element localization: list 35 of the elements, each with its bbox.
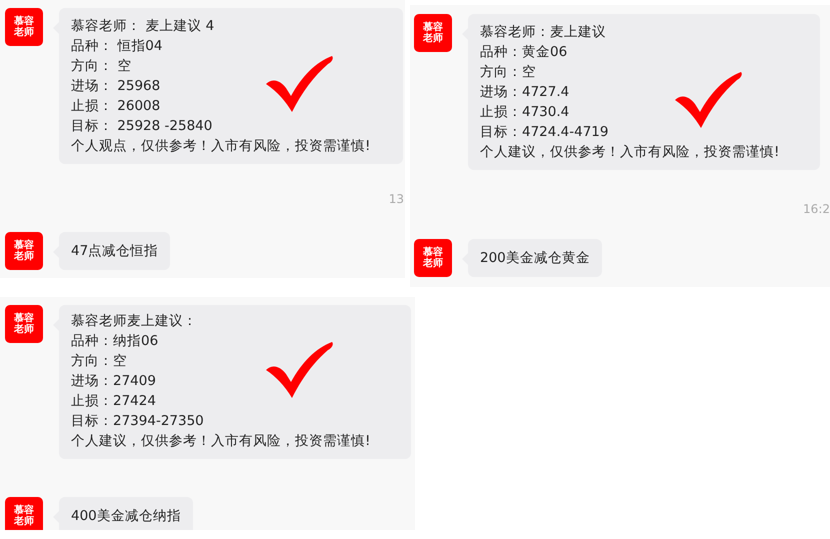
message-text: 方向： 空 xyxy=(71,57,132,76)
message-text: 慕容老师：麦上建议 xyxy=(480,23,607,42)
message-text: 进场：4727.4 xyxy=(480,83,570,102)
avatar-icon[interactable]: 慕容老师 xyxy=(5,497,43,530)
message-text: 品种：纳指06 xyxy=(71,332,160,351)
message-text: 200美金减仓黄金 xyxy=(480,249,590,268)
message-text: 目标：27394-27350 xyxy=(71,412,205,431)
timestamp: 13 xyxy=(388,192,404,206)
checkmark-icon xyxy=(264,54,334,114)
message-text: 个人观点，仅供参考！入市有风险，投资需谨慎! xyxy=(71,137,372,156)
checkmark-icon xyxy=(673,70,743,130)
message-text: 个人建议，仅供参考！入市有风险，投资需谨慎! xyxy=(71,432,372,451)
message-text: 慕容老师： 麦上建议 4 xyxy=(71,17,216,36)
message-text: 止损：4730.4 xyxy=(480,103,570,122)
timestamp: 16:2 xyxy=(803,202,830,216)
message-text: 品种：黄金06 xyxy=(480,43,568,62)
checkmark-icon xyxy=(264,340,334,400)
message-text: 进场：27409 xyxy=(71,372,157,391)
message-text: 个人建议，仅供参考！入市有风险，投资需谨慎! xyxy=(480,143,780,162)
avatar-icon[interactable]: 慕容老师 xyxy=(5,8,43,46)
message-text: 方向：空 xyxy=(480,63,537,82)
message-text: 目标： 25928 -25840 xyxy=(71,117,214,136)
avatar-icon[interactable]: 慕容老师 xyxy=(414,239,452,277)
avatar-icon[interactable]: 慕容老师 xyxy=(5,305,43,343)
message-text: 止损： 26008 xyxy=(71,97,162,116)
message-text: 止损：27424 xyxy=(71,392,157,411)
message-text: 400美金减仓纳指 xyxy=(71,507,181,526)
message-text: 品种： 恒指04 xyxy=(71,37,164,56)
message-text: 47点减仓恒指 xyxy=(71,242,158,261)
message-text: 慕容老师麦上建议： xyxy=(71,312,198,331)
message-text: 目标：4724.4-4719 xyxy=(480,123,610,142)
avatar-icon[interactable]: 慕容老师 xyxy=(414,14,452,52)
message-text: 方向：空 xyxy=(71,352,128,371)
avatar-icon[interactable]: 慕容老师 xyxy=(5,232,43,270)
message-text: 进场： 25968 xyxy=(71,77,162,96)
